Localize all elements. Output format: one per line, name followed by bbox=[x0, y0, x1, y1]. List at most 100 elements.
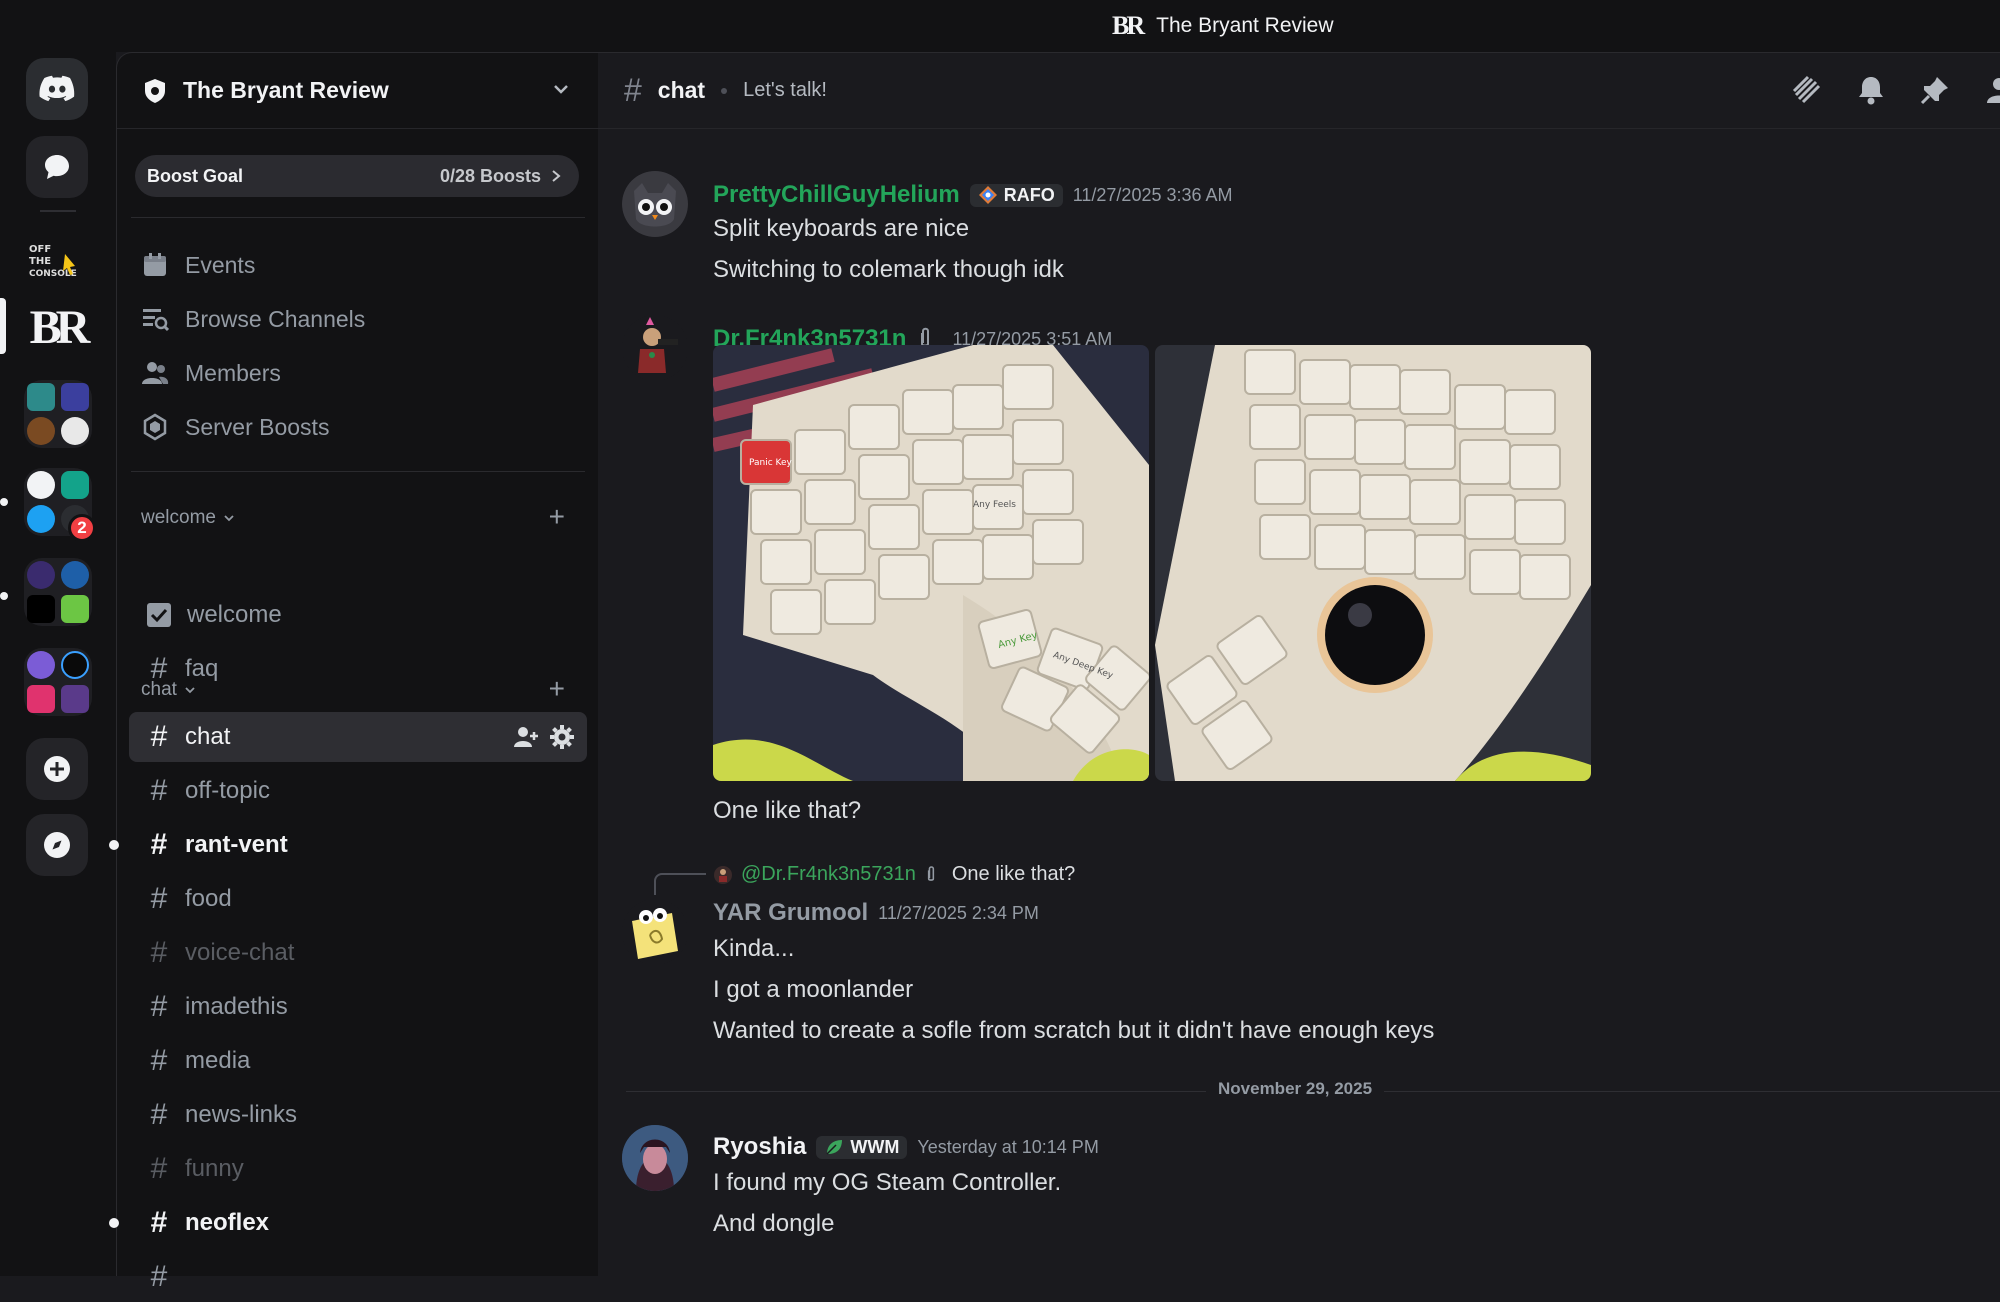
avatar[interactable] bbox=[622, 171, 688, 237]
keyboard-photo-right bbox=[1155, 345, 1591, 781]
server-folder-4[interactable] bbox=[24, 648, 92, 716]
channel-name: rant-vent bbox=[185, 831, 288, 858]
paperclip-icon bbox=[927, 865, 934, 881]
channel-name: media bbox=[185, 1047, 251, 1074]
mention-badge: 2 bbox=[68, 514, 96, 542]
add-server-button[interactable] bbox=[26, 738, 88, 800]
browse-channels-icon bbox=[143, 309, 169, 332]
channel-name: off-topic bbox=[185, 777, 270, 804]
pin-icon[interactable] bbox=[1918, 73, 1952, 107]
category-label: chat bbox=[141, 679, 177, 700]
server-folder-3[interactable] bbox=[24, 558, 92, 626]
reply-mention[interactable]: @Dr.Fr4nk3n5731n bbox=[741, 863, 916, 886]
avatar[interactable] bbox=[622, 1125, 688, 1191]
unread-indicator bbox=[0, 592, 8, 600]
nav-members[interactable]: Members bbox=[141, 351, 281, 395]
gear-icon[interactable] bbox=[549, 724, 575, 750]
username[interactable]: PrettyChillGuyHelium bbox=[713, 181, 960, 209]
category-label: welcome bbox=[141, 507, 216, 528]
boost-goal-bar[interactable]: Boost Goal 0/28 Boosts bbox=[135, 155, 579, 197]
server-tag-badge[interactable]: WWM bbox=[816, 1135, 908, 1159]
character-avatar-icon bbox=[638, 317, 678, 373]
chat-area: # chat Let's talk! PrettyChillGuyHelium … bbox=[598, 52, 2000, 1276]
boost-goal-label: Boost Goal bbox=[147, 165, 244, 186]
image-attachment[interactable] bbox=[1155, 345, 1591, 781]
folder-server-icon bbox=[27, 595, 55, 623]
nav-server-boosts[interactable]: Server Boosts bbox=[141, 405, 329, 449]
svg-text:THE: THE bbox=[29, 256, 51, 267]
add-channel-button[interactable]: + bbox=[549, 675, 565, 703]
date-divider-label: November 29, 2025 bbox=[1206, 1079, 1385, 1099]
add-channel-button[interactable]: + bbox=[549, 503, 565, 531]
members-icon bbox=[142, 362, 169, 384]
avatar[interactable] bbox=[622, 315, 688, 381]
threads-icon[interactable] bbox=[1790, 73, 1824, 107]
channel-funny[interactable]: # funny bbox=[129, 1144, 587, 1194]
nav-label: Events bbox=[185, 251, 256, 278]
server-folder-2[interactable]: 2 bbox=[24, 468, 96, 542]
server-icon-bryant-review[interactable]: BR bbox=[26, 296, 90, 358]
folder-server-icon bbox=[27, 471, 55, 499]
channel-name: neoflex bbox=[185, 1209, 270, 1236]
hash-icon: # bbox=[150, 1044, 168, 1077]
nav-browse-channels[interactable]: Browse Channels bbox=[141, 297, 365, 341]
channel-name: news-links bbox=[185, 1101, 298, 1128]
direct-messages-button[interactable] bbox=[26, 136, 88, 198]
folder-server-icon bbox=[61, 685, 89, 713]
server-icon-off-the-console[interactable]: OFF THE CONSOLE bbox=[26, 230, 88, 292]
channel-media[interactable]: # media bbox=[129, 1036, 587, 1086]
hash-icon: # bbox=[150, 1098, 168, 1131]
channel-title: chat bbox=[657, 77, 706, 103]
category-chat[interactable]: chat + bbox=[141, 675, 581, 705]
folder-server-icon bbox=[61, 561, 89, 589]
channel-topic[interactable]: Let's talk! bbox=[743, 79, 827, 102]
channel-neoflex[interactable]: # neoflex bbox=[109, 1198, 587, 1248]
nav-events[interactable]: Events bbox=[141, 243, 255, 287]
message-header: Ryoshia WWM Yesterday at 10:14 PM bbox=[713, 1133, 1099, 1161]
message-text: Kinda... bbox=[713, 935, 795, 962]
message-text: I got a moonlander bbox=[713, 976, 914, 1003]
message-text: I found my OG Steam Controller. bbox=[713, 1169, 1062, 1196]
username[interactable]: YAR Grumool bbox=[713, 899, 868, 927]
server-rail: OFF THE CONSOLE BR 2 bbox=[0, 52, 116, 1276]
avatar[interactable] bbox=[622, 899, 688, 965]
channel-food[interactable]: # food bbox=[129, 874, 587, 924]
message-text: And dongle bbox=[713, 1210, 835, 1237]
channel-rant-vent[interactable]: # rant-vent bbox=[109, 820, 587, 870]
category-welcome[interactable]: welcome + bbox=[141, 503, 581, 533]
channel-partially-visible[interactable]: # bbox=[129, 1252, 587, 1302]
chevron-down-icon[interactable] bbox=[551, 79, 571, 99]
channel-imadethis[interactable]: # imadethis bbox=[129, 982, 587, 1032]
channel-off-topic[interactable]: # off-topic bbox=[129, 766, 587, 816]
channel-welcome[interactable]: welcome bbox=[129, 590, 587, 640]
unread-dot bbox=[109, 1218, 119, 1228]
reply-preview[interactable]: @Dr.Fr4nk3n5731n One like that? bbox=[713, 863, 1075, 886]
hash-icon: # bbox=[150, 1260, 168, 1293]
bell-icon[interactable] bbox=[1854, 73, 1888, 107]
image-attachment[interactable]: Panic Key Any Key Any Deep Key Any Feels bbox=[713, 345, 1149, 781]
discord-home-button[interactable] bbox=[26, 58, 88, 120]
folder-server-icon bbox=[27, 561, 55, 589]
member-list-icon[interactable] bbox=[1982, 73, 2000, 107]
discover-button[interactable] bbox=[26, 814, 88, 876]
username[interactable]: Ryoshia bbox=[713, 1133, 806, 1161]
nav-label: Members bbox=[185, 359, 281, 386]
server-tag-badge[interactable]: RAFO bbox=[969, 183, 1063, 207]
boost-count: 0/28 Boosts bbox=[439, 165, 541, 186]
server-header[interactable]: The Bryant Review bbox=[117, 53, 599, 129]
channel-chat[interactable]: # chat bbox=[129, 712, 587, 762]
rules-channel-icon bbox=[147, 603, 171, 627]
invite-member-icon[interactable] bbox=[513, 724, 539, 750]
folder-server-icon bbox=[27, 417, 55, 445]
character-avatar-icon bbox=[622, 1125, 688, 1191]
channel-sidebar: The Bryant Review Boost Goal 0/28 Boosts… bbox=[109, 52, 599, 1293]
hash-icon: # bbox=[150, 936, 168, 969]
server-folder-1[interactable] bbox=[24, 380, 92, 448]
off-the-console-icon: OFF THE CONSOLE bbox=[29, 244, 77, 279]
svg-text:OFF: OFF bbox=[29, 244, 51, 255]
channel-news-links[interactable]: # news-links bbox=[129, 1090, 587, 1140]
chevron-down-icon bbox=[185, 687, 195, 694]
channel-voice-chat[interactable]: # voice-chat bbox=[129, 928, 587, 978]
window-title: The Bryant Review bbox=[1156, 14, 1334, 37]
message-text: One like that? bbox=[713, 797, 862, 824]
